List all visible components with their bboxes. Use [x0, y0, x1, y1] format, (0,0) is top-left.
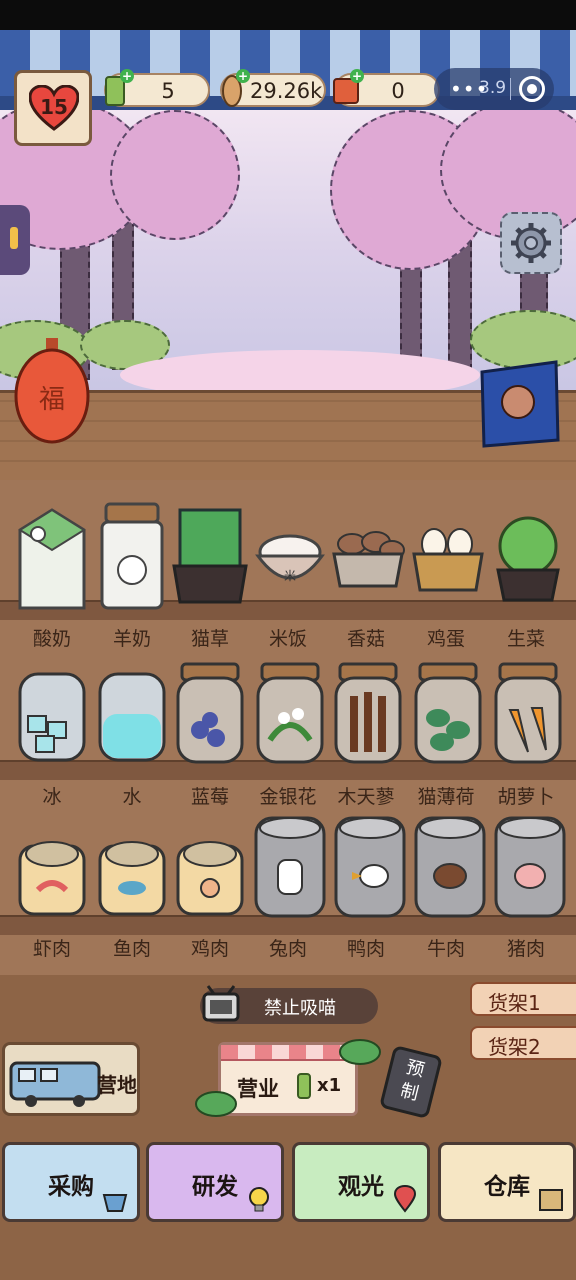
notice-tab[interactable] — [0, 205, 30, 275]
camper-van-icon — [9, 1061, 101, 1107]
dried-fish-value: 29.26k — [250, 79, 323, 103]
mini-program-capsule[interactable]: ••• 3.9 — [434, 68, 554, 110]
sightseeing-button[interactable]: 观光 — [292, 1142, 430, 1222]
add-icon[interactable]: + — [120, 69, 134, 83]
heart-count: 15 — [40, 95, 68, 119]
ticket-value: 0 — [391, 79, 405, 103]
lightbulb-icon — [249, 1187, 269, 1212]
water-jar-icon — [98, 672, 166, 762]
item-label: 虾肉 — [32, 938, 71, 960]
beef-tin-icon — [414, 816, 486, 918]
mushroom-basket-icon — [332, 531, 405, 588]
egg-basket-icon — [412, 528, 484, 592]
item-label: 兔肉 — [268, 938, 307, 960]
game-scene: 15 + 5 + 29.26k + 0 ••• 3.9 福 米 酸奶 羊奶 猫草… — [0, 0, 576, 1280]
purchase-button[interactable]: 采购 — [2, 1142, 140, 1222]
item-label: 蓝莓 — [190, 786, 229, 808]
item-label: 生菜 — [506, 628, 545, 650]
rice-char: 米 — [284, 569, 296, 583]
open-multiplier: x1 — [317, 1075, 342, 1096]
item-label: 冰 — [42, 786, 62, 808]
camp-button[interactable]: 营地 — [2, 1042, 140, 1116]
silvervine-jar-icon — [334, 662, 402, 764]
item-label: 牛肉 — [426, 938, 465, 960]
pork-tin-icon — [494, 816, 566, 918]
research-button[interactable]: 研发 — [146, 1142, 284, 1222]
honeysuckle-jar-icon — [256, 662, 324, 764]
lettuce-icon — [496, 516, 560, 602]
rabbit-tin-icon — [254, 816, 326, 918]
shelf-tab-label: 货架2 — [488, 1035, 541, 1059]
catnip-jar-icon — [414, 662, 482, 764]
lantern-char: 福 — [39, 385, 65, 415]
yogurt-carton-icon — [18, 508, 86, 610]
leaf-icon — [195, 1091, 237, 1117]
mini-awning — [221, 1045, 355, 1061]
cat-mint-value: 5 — [161, 79, 175, 103]
no-petting-label: 禁止吸喵 — [264, 998, 336, 1019]
camp-label: 营地 — [97, 1073, 137, 1097]
item-label: 金银花 — [259, 786, 317, 808]
warehouse-button[interactable]: 仓库 — [438, 1142, 576, 1222]
dried-fish-counter[interactable]: + 29.26k — [220, 69, 326, 107]
capsule-divider — [510, 78, 511, 100]
chicken-can-icon — [176, 841, 244, 916]
top-strip — [0, 0, 576, 30]
add-icon[interactable]: + — [236, 69, 250, 83]
item-label: 鸡肉 — [190, 938, 229, 960]
leaf-icon — [339, 1039, 381, 1065]
exclamation-icon — [10, 227, 18, 249]
item-label: 猪肉 — [506, 938, 545, 960]
cat-mint-counter[interactable]: + 5 — [104, 69, 210, 107]
item-label: 米饭 — [268, 628, 307, 650]
tree-canopy — [110, 110, 240, 240]
box-icon — [539, 1189, 563, 1211]
gear-icon — [511, 223, 551, 263]
shrimp-can-icon — [18, 841, 86, 916]
carrot-jar-icon — [494, 662, 562, 764]
item-label: 胡萝卜 — [497, 786, 555, 808]
item-label: 香菇 — [346, 628, 385, 650]
item-label: 木天蓼 — [337, 786, 395, 808]
open-business-button[interactable]: 营业 x1 — [218, 1042, 358, 1116]
item-label: 鸭肉 — [346, 938, 385, 960]
goat-milk-bottle-icon — [100, 502, 164, 610]
item-label: 鱼肉 — [112, 938, 151, 960]
cat-grass-pot-icon — [172, 508, 248, 604]
item-label: 酸奶 — [32, 628, 71, 650]
item-label: 鸡蛋 — [426, 628, 465, 650]
item-label: 猫草 — [190, 628, 229, 650]
version-label: 3.9 — [479, 78, 507, 98]
item-label: 水 — [122, 786, 142, 808]
item-label: 猫薄荷 — [417, 786, 475, 808]
add-icon[interactable]: + — [350, 69, 364, 83]
settings-button[interactable] — [500, 212, 562, 274]
duck-tin-icon — [334, 816, 406, 918]
gift-bag-icon[interactable] — [474, 352, 564, 448]
heart-counter[interactable]: 15 — [14, 70, 92, 146]
shelf-tab-1[interactable]: 货架1 — [470, 982, 576, 1016]
shopping-basket-icon — [102, 1194, 128, 1212]
fish-can-icon — [98, 841, 166, 916]
blueberry-jar-icon — [176, 662, 244, 764]
rice-bowl-icon: 米 — [255, 534, 325, 583]
ticket-counter[interactable]: + 0 — [333, 69, 440, 107]
map-pin-icon — [393, 1185, 417, 1213]
lantern-icon[interactable]: 福 — [10, 338, 94, 448]
shelf-tab-2[interactable]: 货架2 — [470, 1026, 576, 1060]
item-label: 羊奶 — [112, 628, 151, 650]
preset-label: 预制 — [398, 1056, 427, 1105]
tv-icon — [202, 985, 240, 1022]
shelf-tab-label: 货架1 — [488, 991, 541, 1015]
no-petting-toggle[interactable]: 禁止吸喵 — [200, 985, 378, 1024]
close-target-icon[interactable] — [519, 76, 545, 102]
cat-mint-can-icon — [297, 1073, 311, 1099]
open-label: 营业 — [237, 1077, 279, 1101]
ice-jar-icon — [18, 672, 86, 762]
